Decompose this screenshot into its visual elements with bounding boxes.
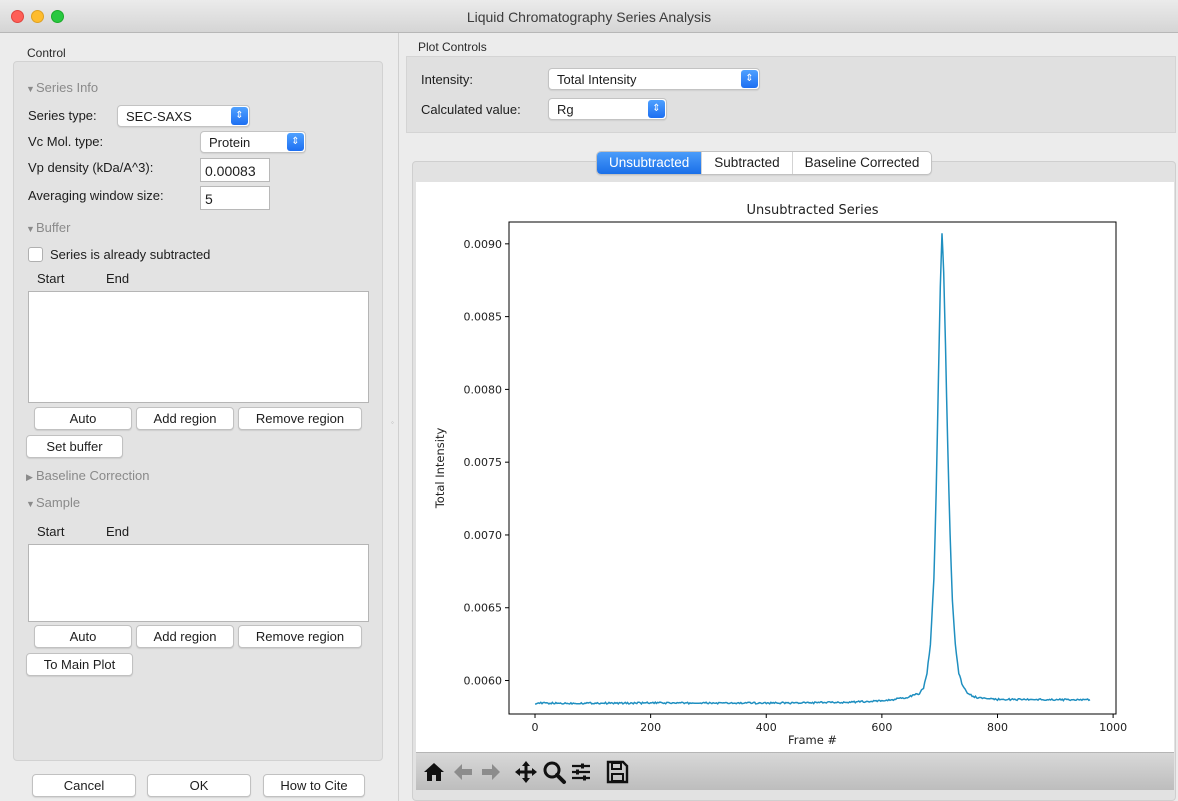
buffer-end-column-header: End bbox=[106, 271, 130, 286]
vc-mol-type-value: Protein bbox=[209, 135, 251, 150]
sample-header: Sample bbox=[36, 495, 81, 510]
vp-density-input[interactable]: 0.00083 bbox=[200, 158, 270, 182]
home-icon[interactable] bbox=[421, 759, 447, 785]
app-window: Liquid Chromatography Series Analysis Co… bbox=[0, 0, 1178, 801]
y-tick-label: 0.0075 bbox=[464, 456, 503, 469]
select-arrows-icon: ⇕ bbox=[287, 133, 304, 151]
disclosure-expanded-icon: ▼ bbox=[26, 499, 35, 509]
x-axis-label: Frame # bbox=[788, 733, 837, 747]
plot-axes-frame bbox=[508, 221, 1117, 715]
averaging-window-label: Averaging window size: bbox=[28, 188, 164, 203]
buffer-toggle[interactable]: ▼Buffer bbox=[26, 220, 70, 235]
y-tick-label: 0.0070 bbox=[464, 529, 503, 542]
plot-controls-heading: Plot Controls bbox=[418, 40, 487, 54]
disclosure-expanded-icon: ▼ bbox=[26, 224, 35, 234]
back-arrow-icon[interactable] bbox=[450, 759, 476, 785]
series-chart[interactable]: 0 200 400 600 800 1000 0.0060 0.0065 0.0070 0.007… bbox=[416, 182, 1174, 752]
window-title: Liquid Chromatography Series Analysis bbox=[466, 9, 712, 25]
select-arrows-icon: ⇕ bbox=[231, 107, 248, 125]
forward-arrow-icon[interactable] bbox=[478, 759, 504, 785]
buffer-header: Buffer bbox=[36, 220, 71, 235]
plot-controls-panel bbox=[406, 56, 1176, 133]
series-info-header: Series Info bbox=[36, 80, 99, 95]
x-tick-label: 0 bbox=[532, 721, 539, 734]
select-arrows-icon: ⇕ bbox=[741, 70, 758, 88]
set-buffer-button[interactable]: Set buffer bbox=[26, 435, 123, 458]
y-axis-label: Total Intensity bbox=[433, 428, 447, 510]
calculated-value-select[interactable]: Rg ⇕ bbox=[548, 98, 667, 120]
tab-baseline-corrected[interactable]: Baseline Corrected bbox=[791, 152, 932, 174]
y-tick-label: 0.0085 bbox=[464, 311, 503, 324]
averaging-window-input[interactable]: 5 bbox=[200, 186, 270, 210]
sample-toggle[interactable]: ▼Sample bbox=[26, 495, 80, 510]
ok-button[interactable]: OK bbox=[147, 774, 251, 797]
chart-title: Unsubtracted Series bbox=[746, 203, 878, 218]
series-info-toggle[interactable]: ▼Series Info bbox=[26, 80, 98, 95]
already-subtracted-checkbox[interactable] bbox=[28, 247, 43, 262]
disclosure-expanded-icon: ▼ bbox=[26, 84, 35, 94]
plot-figure[interactable]: 0 200 400 600 800 1000 0.0060 0.0065 0.0070 0.007… bbox=[416, 182, 1174, 752]
disclosure-collapsed-icon: ▶ bbox=[26, 472, 33, 482]
x-tick-label: 800 bbox=[987, 721, 1008, 734]
y-tick-label: 0.0060 bbox=[464, 675, 503, 688]
x-tick-label: 200 bbox=[640, 721, 661, 734]
buffer-auto-button[interactable]: Auto bbox=[34, 407, 132, 430]
configure-subplots-icon[interactable] bbox=[568, 759, 594, 785]
panel-divider bbox=[398, 33, 399, 801]
intensity-label: Intensity: bbox=[421, 72, 474, 87]
y-tick-label: 0.0065 bbox=[464, 602, 503, 615]
cancel-button[interactable]: Cancel bbox=[32, 774, 136, 797]
already-subtracted-label: Series is already subtracted bbox=[50, 247, 211, 262]
intensity-select[interactable]: Total Intensity ⇕ bbox=[548, 68, 760, 90]
title-bar: Liquid Chromatography Series Analysis bbox=[0, 0, 1178, 33]
calculated-value-label: Calculated value: bbox=[421, 102, 521, 117]
x-tick-label: 600 bbox=[871, 721, 892, 734]
buffer-add-region-button[interactable]: Add region bbox=[136, 407, 234, 430]
sample-region-list[interactable] bbox=[28, 544, 369, 622]
buffer-region-list[interactable] bbox=[28, 291, 369, 403]
series-type-select[interactable]: SEC-SAXS ⇕ bbox=[117, 105, 250, 127]
control-heading: Control bbox=[27, 46, 66, 60]
sample-remove-region-button[interactable]: Remove region bbox=[238, 625, 362, 648]
series-type-label: Series type: bbox=[28, 108, 97, 123]
calculated-value-value: Rg bbox=[557, 102, 574, 117]
x-tick-label: 1000 bbox=[1099, 721, 1127, 734]
x-tick-label: 400 bbox=[756, 721, 777, 734]
y-tick-label: 0.0080 bbox=[464, 383, 503, 396]
baseline-correction-toggle[interactable]: ▶ Baseline Correction bbox=[26, 468, 149, 483]
buffer-remove-region-button[interactable]: Remove region bbox=[238, 407, 362, 430]
sample-add-region-button[interactable]: Add region bbox=[136, 625, 234, 648]
tab-subtracted[interactable]: Subtracted bbox=[701, 152, 791, 174]
plot-toolbar bbox=[416, 752, 1174, 790]
save-icon[interactable] bbox=[604, 759, 630, 785]
pan-icon[interactable] bbox=[513, 759, 539, 785]
sample-auto-button[interactable]: Auto bbox=[34, 625, 132, 648]
buffer-start-column-header: Start bbox=[37, 271, 65, 286]
series-line bbox=[534, 233, 1091, 706]
y-tick-label: 0.0090 bbox=[464, 238, 503, 251]
sample-start-column-header: Start bbox=[37, 524, 65, 539]
sample-end-column-header: End bbox=[106, 524, 130, 539]
zoom-icon[interactable] bbox=[541, 759, 567, 785]
to-main-plot-button[interactable]: To Main Plot bbox=[26, 653, 133, 676]
select-arrows-icon: ⇕ bbox=[648, 100, 665, 118]
intensity-value: Total Intensity bbox=[557, 72, 637, 87]
how-to-cite-button[interactable]: How to Cite bbox=[263, 774, 365, 797]
series-type-value: SEC-SAXS bbox=[126, 109, 192, 124]
splitter-handle-icon[interactable]: ◦ bbox=[391, 418, 399, 428]
vc-mol-type-select[interactable]: Protein ⇕ bbox=[200, 131, 306, 153]
tab-unsubtracted[interactable]: Unsubtracted bbox=[597, 152, 702, 174]
baseline-correction-header: Baseline Correction bbox=[36, 468, 150, 483]
plot-tab-bar: Unsubtracted Subtracted Baseline Correct… bbox=[596, 151, 933, 175]
vc-mol-type-label: Vc Mol. type: bbox=[28, 134, 104, 149]
vp-density-label: Vp density (kDa/A^3): bbox=[28, 160, 154, 175]
